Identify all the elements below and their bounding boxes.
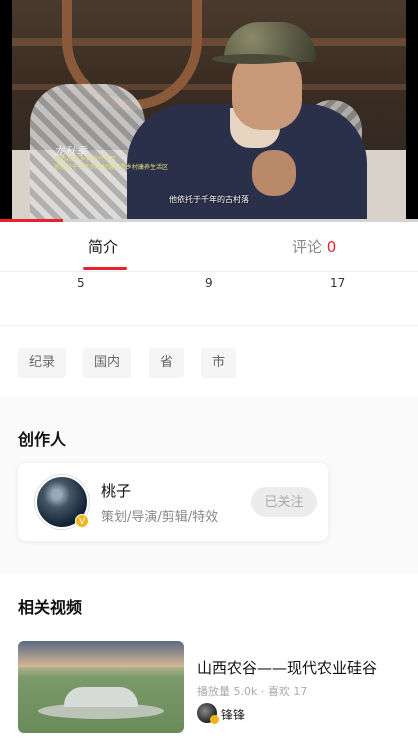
stat-value: 5 [77,276,85,290]
stat-value: 17 [330,276,346,290]
follow-button[interactable]: 已关注 [251,487,317,517]
related-section-title: 相关视频 [18,598,83,617]
caption-line: 他依托于千年的古村落打造乡村康养生活区 [54,164,169,171]
verified-badge-icon: V [75,514,89,528]
creator-card[interactable]: V 桃子 策划/导演/剪辑/特效 已关注 [18,463,328,541]
video-stats: 5 9 17 [0,274,418,294]
tab-bar: 简介 评论 0 [0,222,418,272]
related-video-item[interactable]: 山西农谷——现代农业硅谷 播放量 5.0k · 喜欢 17 锋锋 [18,641,400,733]
person-cap-brim [212,54,292,64]
tab-comments[interactable]: 评论 0 [292,236,336,257]
video-subtitle: 他依托于千年的古村落 [169,195,249,204]
tab-active-indicator [83,267,127,270]
related-video-title[interactable]: 山西农谷——现代农业硅谷 [197,657,377,678]
tag-item[interactable]: 省 [149,348,185,378]
creator-role: 策划/导演/剪辑/特效 [101,510,219,525]
video-frame: 龙秋季 山西农谷 乡村振兴示范 他依托于千年的古村落打造乡村康养生活区 他依托于… [12,0,406,220]
creator-name: 桃子 [101,482,132,500]
stat-value: 9 [205,276,213,290]
tab-comments-label: 评论 [292,238,323,256]
tag-item[interactable]: 市 [201,348,237,378]
tag-item[interactable]: 国内 [83,348,132,378]
divider [0,325,418,326]
tab-intro[interactable]: 简介 [88,236,118,257]
tag-item[interactable]: 纪录 [18,348,67,378]
caption-name: 龙秋季 [54,145,87,158]
thumbnail-sky [18,641,184,667]
related-video-meta: 播放量 5.0k · 喜欢 17 [197,685,308,698]
person-hand [252,150,296,196]
comments-count: 0 [326,238,337,256]
video-player[interactable]: 龙秋季 山西农谷 乡村振兴示范 他依托于千年的古村落打造乡村康养生活区 他依托于… [0,0,418,222]
thumbnail-building [64,687,138,707]
creator-section-title: 创作人 [18,430,67,449]
related-author-name[interactable]: 锋锋 [221,706,245,723]
caption-line: 山西农谷 乡村振兴示范 [54,156,116,163]
video-caption-overlay: 龙秋季 山西农谷 乡村振兴示范 他依托于千年的古村落打造乡村康养生活区 [54,145,174,172]
related-author-verified-icon [210,715,219,724]
related-video-thumbnail[interactable] [18,641,184,733]
